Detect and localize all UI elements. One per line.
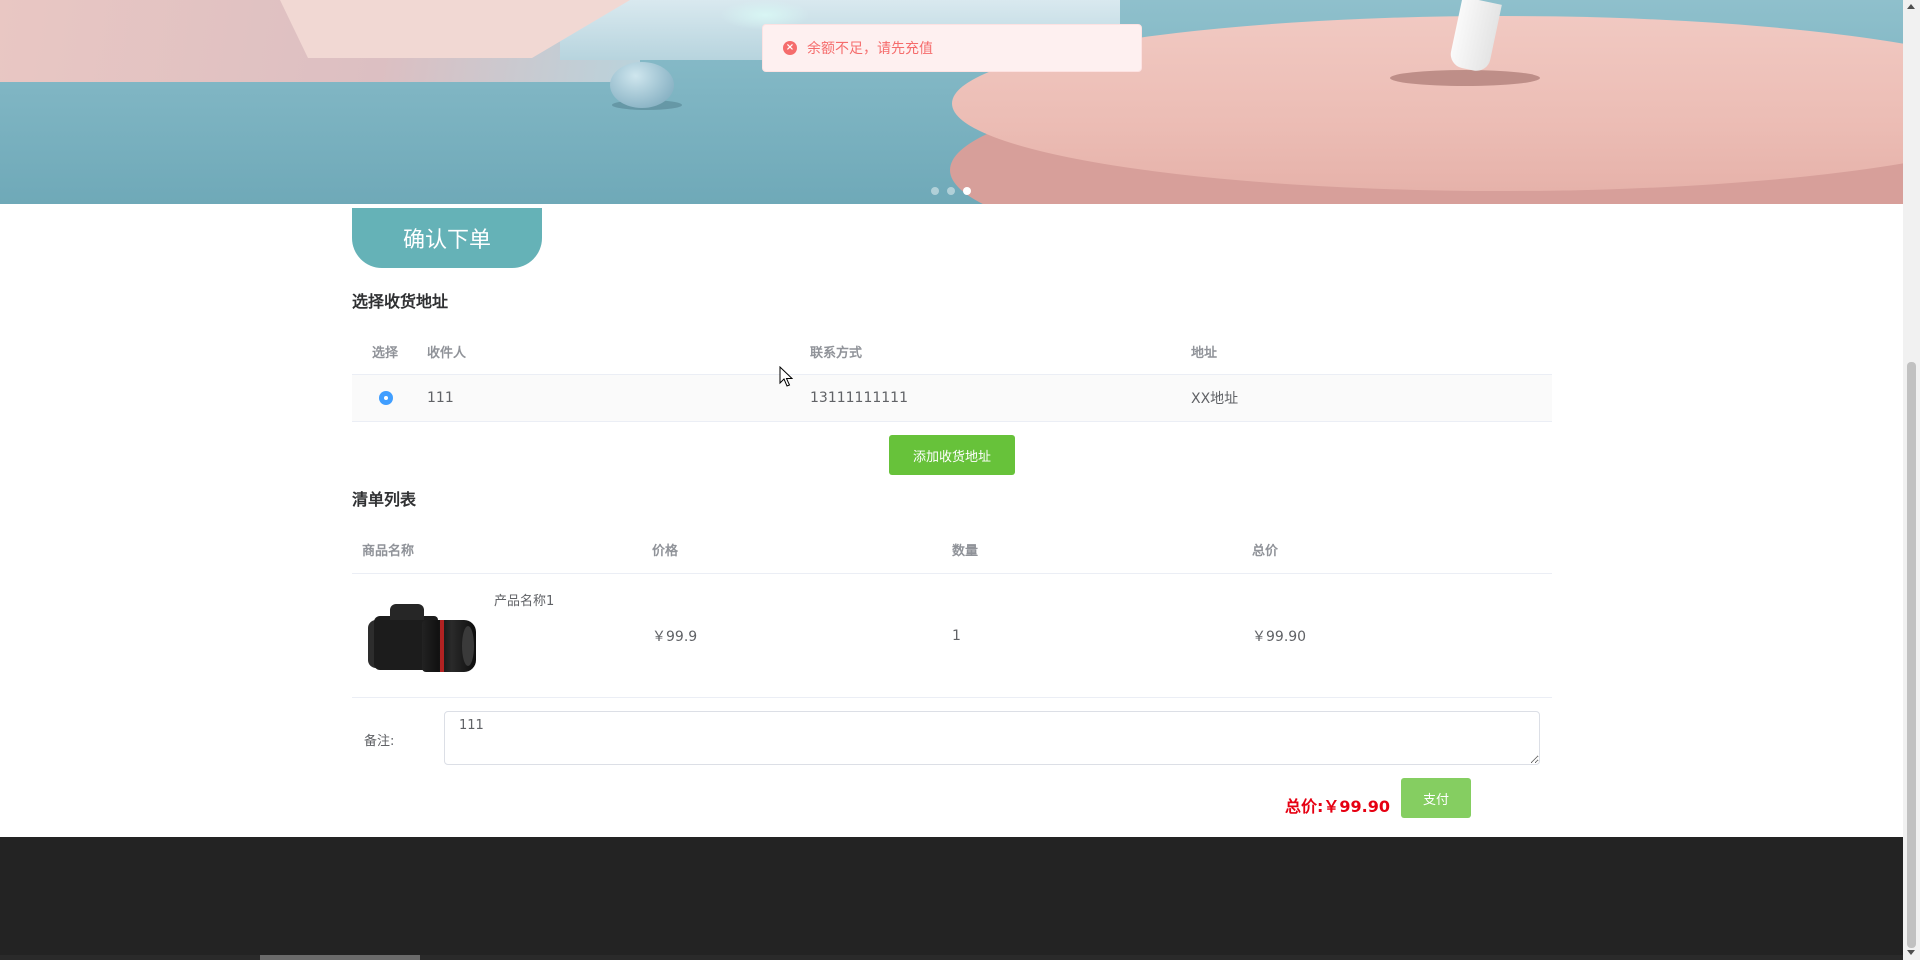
- carousel-dot-3[interactable]: [963, 187, 971, 195]
- error-circle-icon: ×: [783, 41, 797, 55]
- product-price: ￥99.9: [652, 628, 698, 645]
- scroll-down-arrow-icon[interactable]: [1907, 950, 1915, 955]
- address-phone: 13111111111: [810, 390, 908, 406]
- confirm-order-tab: 确认下单: [352, 208, 542, 268]
- carousel-dot-2[interactable]: [947, 187, 955, 195]
- total-value: ￥99.90: [1323, 797, 1391, 816]
- col-select: 选择: [372, 345, 399, 361]
- carousel-indicators: [931, 187, 971, 195]
- col-phone: 联系方式: [810, 345, 863, 361]
- vertical-scrollbar[interactable]: [1903, 0, 1920, 960]
- banner-decor: [1390, 70, 1540, 86]
- order-total: 总价: ￥99.90: [1285, 786, 1390, 824]
- product-name[interactable]: 产品名称1: [494, 590, 554, 609]
- address-recipient: 111: [427, 390, 454, 406]
- address-select-cell: [352, 391, 427, 405]
- vertical-scroll-thumb[interactable]: [1907, 362, 1916, 948]
- cart-table-header: 商品名称 价格 数量 总价: [352, 526, 1552, 574]
- product-quantity: 1: [952, 627, 961, 644]
- page-footer: [0, 837, 1903, 960]
- cart-section-title: 清单列表: [352, 490, 417, 509]
- horizontal-scroll-thumb[interactable]: [260, 955, 420, 960]
- col-product-name: 商品名称: [362, 544, 415, 559]
- page: × 余额不足，请先充值 确认下单 选择收货地址 选择 收件人 联系方式 地址 1…: [0, 0, 1920, 960]
- product-total: ￥99.90: [1252, 628, 1307, 645]
- mouse-cursor-icon: [779, 366, 793, 387]
- address-section-title: 选择收货地址: [352, 292, 449, 311]
- camera-lens-glass: [462, 626, 474, 666]
- pay-button[interactable]: 支付: [1401, 778, 1471, 818]
- product-cell: 产品名称1: [352, 574, 652, 697]
- camera-lens-ring: [440, 620, 444, 672]
- banner-decor: [610, 62, 674, 108]
- camera-product-image[interactable]: [362, 590, 482, 682]
- carousel-dot-1[interactable]: [931, 187, 939, 195]
- camera-top: [390, 604, 424, 620]
- address-text: XX地址: [1191, 391, 1239, 407]
- toast-message: 余额不足，请先充值: [807, 41, 933, 57]
- col-price: 价格: [652, 544, 679, 559]
- col-recipient: 收件人: [427, 345, 467, 361]
- scroll-up-arrow-icon[interactable]: [1907, 4, 1915, 9]
- col-quantity: 数量: [952, 544, 979, 559]
- col-address: 地址: [1191, 345, 1218, 361]
- address-table-header: 选择 收件人 联系方式 地址: [352, 328, 1552, 374]
- note-label: 备注:: [364, 734, 395, 749]
- horizontal-scrollbar[interactable]: [0, 955, 1903, 960]
- address-row[interactable]: 111 13111111111 XX地址: [352, 374, 1552, 422]
- address-radio[interactable]: [379, 391, 393, 405]
- col-total: 总价: [1252, 544, 1279, 559]
- error-toast: × 余额不足，请先充值: [762, 24, 1142, 72]
- cart-row: 产品名称1 ￥99.9 1 ￥99.90: [352, 574, 1552, 698]
- note-input[interactable]: 111: [444, 711, 1540, 765]
- total-label: 总价:: [1285, 797, 1324, 816]
- add-address-button[interactable]: 添加收货地址: [889, 435, 1015, 475]
- address-table: 选择 收件人 联系方式 地址 111 13111111111 XX地址: [352, 328, 1552, 422]
- cart-table: 商品名称 价格 数量 总价 产品名称1 ￥99.9 1 ￥99.90: [352, 526, 1552, 698]
